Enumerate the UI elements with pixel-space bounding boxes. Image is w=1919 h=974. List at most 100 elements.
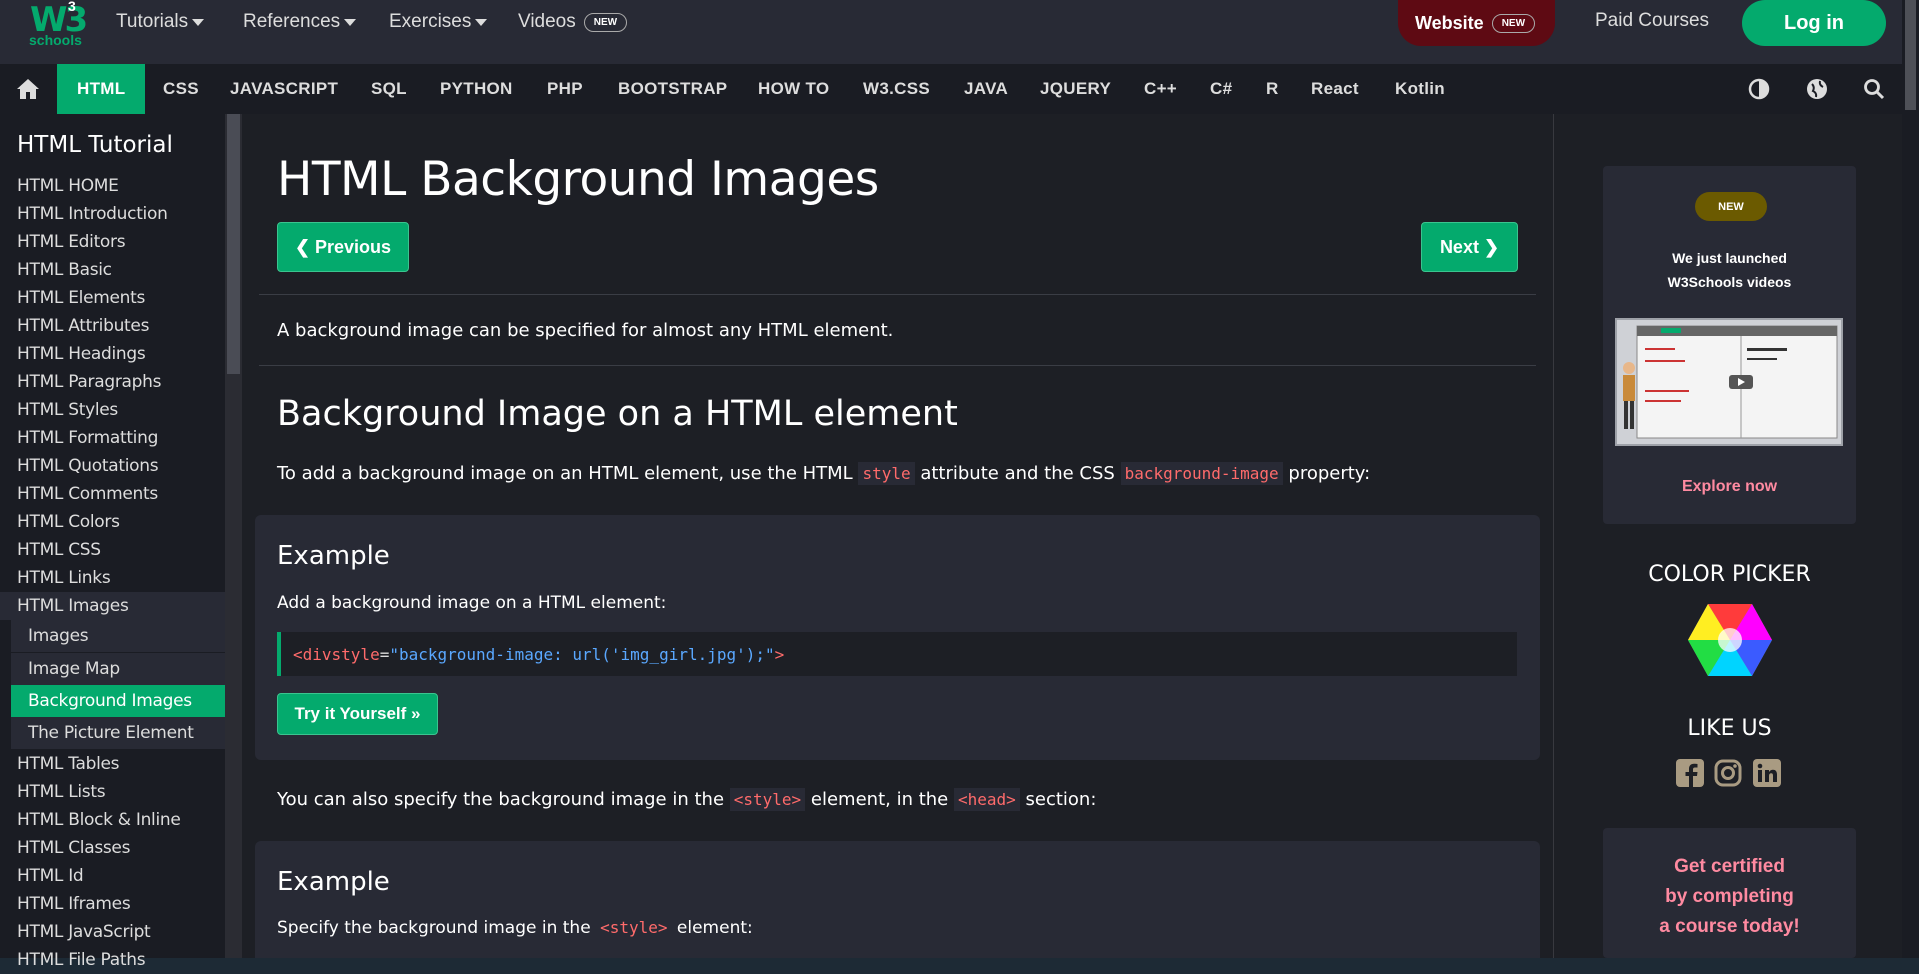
example-description: Specify the background image in the <sty… [277,916,753,939]
sidebar-item[interactable]: HTML Colors [0,508,225,536]
example-heading: Example [277,541,390,571]
sidebar-item[interactable]: HTML Formatting [0,424,225,452]
sidebar-item[interactable]: HTML Introduction [0,200,225,228]
nav-howto[interactable]: HOW TO [758,64,829,114]
page-scrollbar[interactable] [1902,0,1919,958]
menu-tutorials[interactable]: Tutorials [116,9,205,35]
next-button[interactable]: Next ❯ [1421,222,1518,272]
nav-cpp[interactable]: C++ [1144,64,1177,114]
inline-code: <style> [729,788,806,811]
like-us-title: LIKE US [1687,716,1772,741]
subject-nav-bar: HTML CSS JAVASCRIPT SQL PYTHON PHP BOOTS… [0,64,1919,114]
new-badge: NEW [583,12,628,32]
nav-html[interactable]: HTML [57,64,146,114]
video-promo-card[interactable]: NEW We just launched W3Schools videos Exp… [1603,166,1856,524]
sidebar-item[interactable]: HTML Paragraphs [0,368,225,396]
inline-code: background-image [1120,462,1283,485]
example-box: Example Specify the background image in … [255,841,1540,958]
sidebar-item[interactable]: HTML JavaScript [0,918,225,946]
video-thumbnail[interactable] [1615,318,1843,446]
page-title: HTML Background Images [277,152,879,207]
sidebar-item[interactable]: HTML Attributes [0,312,225,340]
sidebar-item[interactable]: HTML Elements [0,284,225,312]
menu-exercises[interactable]: Exercises [389,9,488,35]
home-icon[interactable] [16,78,40,100]
nav-jquery[interactable]: JQUERY [1040,64,1111,114]
new-badge: NEW [1491,13,1536,33]
logo-schools: schools [29,32,82,48]
paragraph-2: You can also specify the background imag… [277,788,1097,811]
divider [259,365,1536,366]
sidebar-subitem[interactable]: Image Map [11,653,225,685]
nav-java[interactable]: JAVA [964,64,1008,114]
nav-php[interactable]: PHP [547,64,583,114]
instagram-icon[interactable] [1714,759,1742,787]
sidebar-item[interactable]: HTML Lists [0,778,225,806]
section-paragraph: To add a background image on an HTML ele… [277,462,1371,485]
sidebar-scrollbar[interactable] [225,114,242,958]
sidebar-item[interactable]: HTML Headings [0,340,225,368]
linkedin-icon[interactable] [1753,759,1781,787]
nav-css[interactable]: CSS [163,64,199,114]
certification-text: Get certified by completing a course tod… [1659,856,1800,937]
w3schools-logo[interactable]: W3 3 schools [28,0,88,50]
search-icon[interactable] [1863,78,1885,100]
sidebar-item[interactable]: HTML Iframes [0,890,225,918]
website-button[interactable]: Website NEW [1398,0,1555,46]
nav-bootstrap[interactable]: BOOTSTRAP [618,64,727,114]
sidebar-subitem[interactable]: The Picture Element [11,717,225,749]
facebook-icon[interactable] [1676,759,1704,787]
video-preview-illustration [1623,325,1838,439]
sidebar-item[interactable]: HTML HOME [0,172,225,200]
certification-promo[interactable]: Get certified by completing a course tod… [1603,828,1856,958]
nav-python[interactable]: PYTHON [440,64,513,114]
code-block: <div style = "background-image: url('img_g… [277,632,1517,676]
top-bar: W3 3 schools Tutorials References Exerci… [0,0,1919,64]
nav-r[interactable]: R [1266,64,1279,114]
globe-icon[interactable] [1806,78,1828,100]
inline-code: <style> [596,916,672,939]
caret-down-icon [475,18,488,26]
sidebar-item[interactable]: HTML CSS [0,536,225,564]
sidebar-scroll-thumb[interactable] [227,114,240,374]
logo-sup: 3 [68,0,76,14]
sidebar-item[interactable]: HTML File Paths [0,946,225,974]
section-title: Background Image on a HTML element [277,394,958,434]
promo-text: We just launched W3Schools videos [1667,250,1792,290]
menu-videos[interactable]: Videos NEW [518,9,628,35]
sidebar-item[interactable]: HTML Styles [0,396,225,424]
sidebar-item[interactable]: HTML Editors [0,228,225,256]
sidebar-subitem-active[interactable]: Background Images [11,685,225,717]
inline-code: <head> [953,788,1020,811]
sidebar-item[interactable]: HTML Block & Inline [0,806,225,834]
contrast-icon[interactable] [1748,78,1770,100]
sidebar-item[interactable]: HTML Tables [0,750,225,778]
sidebar-item-current[interactable]: HTML Images [0,592,225,620]
nav-csharp[interactable]: C# [1210,64,1232,114]
sidebar-item[interactable]: HTML Basic [0,256,225,284]
nav-kotlin[interactable]: Kotlin [1395,64,1445,114]
paid-courses-link[interactable]: Paid Courses [1595,10,1709,32]
example-heading: Example [277,867,390,897]
sidebar-item[interactable]: HTML Links [0,564,225,592]
sidebar-item[interactable]: HTML Classes [0,834,225,862]
sidebar-item[interactable]: HTML Id [0,862,225,890]
login-button[interactable]: Log in [1742,0,1886,46]
nav-sql[interactable]: SQL [371,64,407,114]
nav-w3css[interactable]: W3.CSS [863,64,930,114]
explore-now-link[interactable]: Explore now [1603,478,1856,496]
intro-text: A background image can be specified for … [277,320,894,341]
sidebar-subitem[interactable]: Images [11,620,225,652]
color-picker-icon[interactable] [1686,602,1774,678]
sidebar-item[interactable]: HTML Quotations [0,452,225,480]
menu-references[interactable]: References [243,9,357,35]
divider [259,294,1536,295]
try-it-button[interactable]: Try it Yourself » [277,693,438,735]
page-scroll-thumb[interactable] [1905,0,1916,110]
nav-javascript[interactable]: JAVASCRIPT [230,64,338,114]
previous-button[interactable]: ❮ Previous [277,222,409,272]
nav-react[interactable]: React [1311,64,1359,114]
inline-code: style [858,462,915,485]
sidebar-item[interactable]: HTML Comments [0,480,225,508]
new-badge: NEW [1695,192,1767,221]
